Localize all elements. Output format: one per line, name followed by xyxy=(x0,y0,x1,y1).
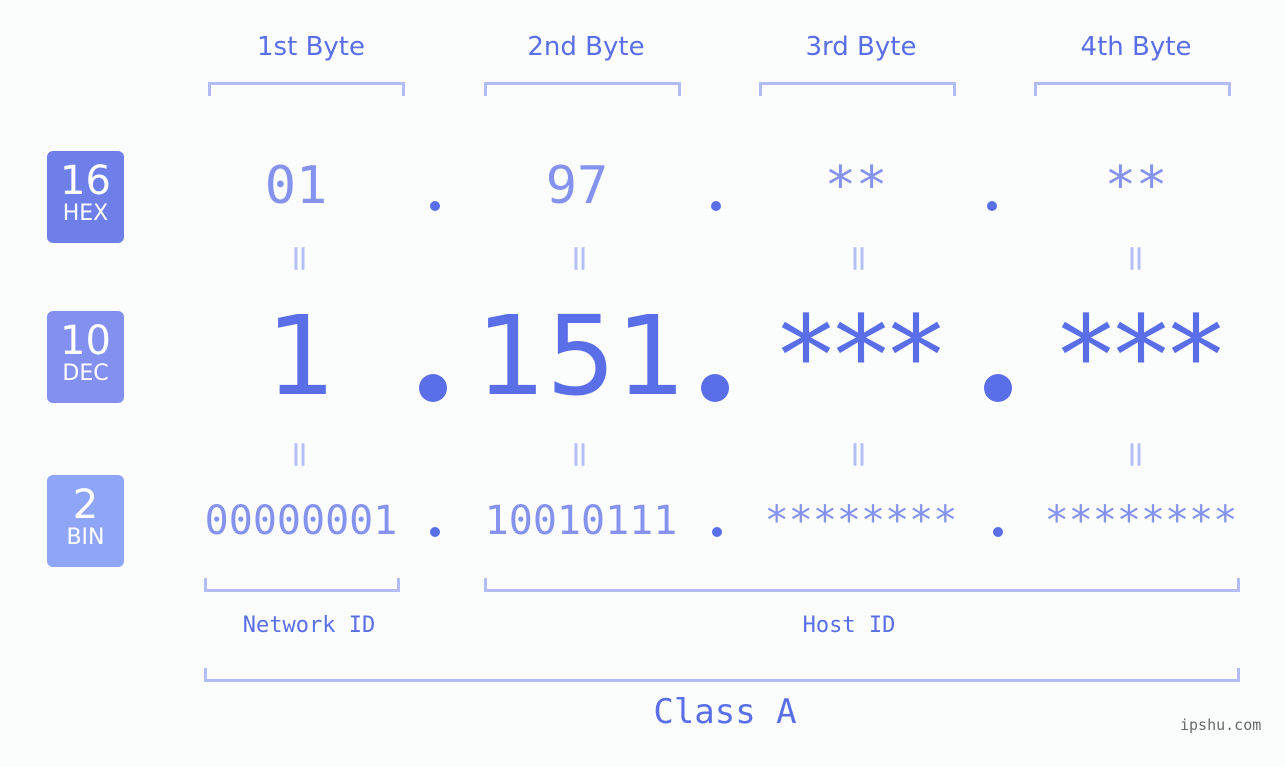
watermark: ipshu.com xyxy=(1180,716,1262,734)
host-id-bracket xyxy=(484,578,1240,592)
hex-value-2: 97 xyxy=(545,156,609,216)
bin-value-1: 00000001 xyxy=(204,498,398,544)
bin-base-number: 2 xyxy=(72,482,99,528)
hex-base-label: HEX xyxy=(62,201,109,226)
dec-value-3: *** xyxy=(778,292,944,420)
bin-value-2: 10010111 xyxy=(484,498,678,544)
dec-badge: 10 DEC xyxy=(47,311,124,403)
bin-value-3: ******** xyxy=(764,498,958,544)
bin-base-label: BIN xyxy=(66,525,105,550)
equals-icon: = xyxy=(838,243,880,274)
hex-separator-dot-3 xyxy=(987,201,997,211)
bin-separator-dot-2 xyxy=(712,527,722,537)
byte-header-2: 2nd Byte xyxy=(527,32,645,62)
equals-icon: = xyxy=(1115,439,1157,470)
equals-icon: = xyxy=(559,243,601,274)
hex-value-1: 01 xyxy=(264,156,328,216)
dec-separator-dot-1 xyxy=(419,374,447,402)
ip-class-label: Class A xyxy=(653,692,797,732)
dec-value-2: 151 xyxy=(476,292,686,420)
bin-separator-dot-3 xyxy=(993,527,1003,537)
class-bracket xyxy=(204,668,1240,682)
byte-bracket-4 xyxy=(1034,82,1231,96)
byte-header-1: 1st Byte xyxy=(257,32,365,62)
bin-value-4: ******** xyxy=(1044,498,1238,544)
network-id-bracket xyxy=(204,578,400,592)
dec-base-number: 10 xyxy=(60,318,111,364)
dec-value-4: *** xyxy=(1058,292,1224,420)
equals-icon: = xyxy=(1115,243,1157,274)
bin-badge: 2 BIN xyxy=(47,475,124,567)
hex-separator-dot-2 xyxy=(711,201,721,211)
dec-separator-dot-3 xyxy=(984,374,1012,402)
host-id-label: Host ID xyxy=(802,613,896,638)
dec-base-label: DEC xyxy=(62,361,109,386)
equals-icon: = xyxy=(279,439,321,470)
byte-header-3: 3rd Byte xyxy=(805,32,917,62)
hex-value-4: ** xyxy=(1104,156,1168,216)
hex-badge: 16 HEX xyxy=(47,151,124,243)
dec-separator-dot-2 xyxy=(701,374,729,402)
network-id-label: Network ID xyxy=(242,613,376,638)
bin-separator-dot-1 xyxy=(430,527,440,537)
byte-bracket-2 xyxy=(484,82,681,96)
byte-header-4: 4th Byte xyxy=(1080,32,1192,62)
equals-icon: = xyxy=(279,243,321,274)
hex-separator-dot-1 xyxy=(430,201,440,211)
hex-value-3: ** xyxy=(824,156,888,216)
equals-icon: = xyxy=(838,439,880,470)
hex-base-number: 16 xyxy=(60,158,111,204)
equals-icon: = xyxy=(559,439,601,470)
byte-bracket-1 xyxy=(208,82,405,96)
dec-value-1: 1 xyxy=(266,292,336,420)
byte-bracket-3 xyxy=(759,82,956,96)
